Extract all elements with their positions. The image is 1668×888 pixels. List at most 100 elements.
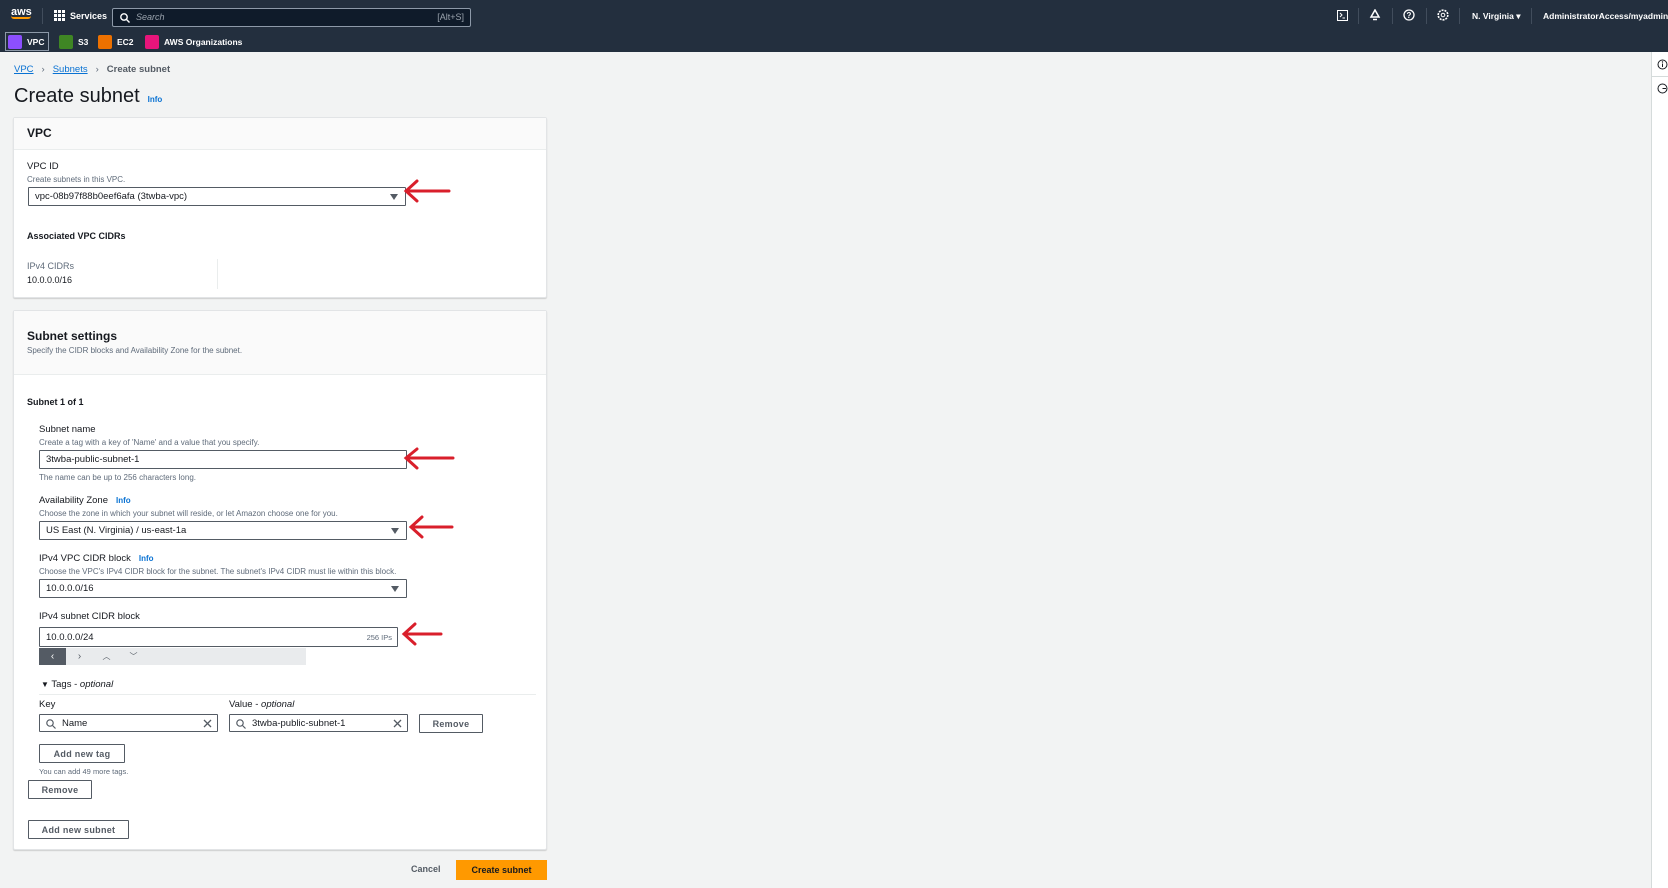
ipv4-cidrs-label: IPv4 CIDRs (27, 261, 75, 271)
vpc-cidr-label: IPv4 VPC CIDR block (39, 553, 131, 564)
notifications-bell-icon[interactable] (1369, 9, 1381, 21)
caret-down-icon (391, 528, 399, 534)
ec2-service-icon (98, 35, 112, 49)
chevron-right-icon[interactable]: › (66, 648, 93, 665)
vpc-panel-title: VPC (14, 118, 546, 150)
search-shortcut: [Alt+S] (437, 12, 464, 22)
tags-hint: You can add 49 more tags. (39, 767, 129, 776)
info-panel-icon[interactable] (1657, 59, 1668, 70)
search-placeholder: Search (136, 12, 165, 22)
favorite-ec2[interactable]: EC2 (98, 33, 134, 51)
divider (39, 694, 536, 695)
subnet-cidr-value: 10.0.0.0/24 (46, 631, 94, 643)
chevron-up-icon[interactable]: ︿ (93, 648, 120, 665)
favorite-label: EC2 (117, 37, 134, 47)
subnet-name-input[interactable]: 3twba-public-subnet-1 (39, 450, 407, 469)
tag-value-optional: optional (261, 699, 295, 710)
subnet-name-hint: The name can be up to 256 characters lon… (39, 473, 196, 482)
breadcrumb: VPC › Subnets › Create subnet (14, 64, 170, 75)
favorite-s3[interactable]: S3 (59, 33, 88, 51)
subnet-heading: Subnet 1 of 1 (27, 397, 84, 407)
region-label: N. Virginia (1472, 11, 1514, 21)
cloudshell-icon[interactable] (1337, 10, 1348, 21)
divider (1392, 8, 1393, 24)
ipv4-cidrs-value: 10.0.0.0/16 (27, 275, 73, 285)
clear-icon[interactable] (393, 719, 402, 728)
search-icon (46, 719, 56, 729)
chevron-right-icon: › (95, 64, 99, 75)
remove-tag-button[interactable]: Remove (419, 714, 483, 733)
subnet-settings-panel: Subnet settings Specify the CIDR blocks … (13, 310, 547, 850)
page-title: Create subnet (14, 85, 140, 107)
tag-value-input[interactable]: 3twba-public-subnet-1 (229, 714, 408, 732)
favorite-aws-organizations[interactable]: AWS Organizations (145, 33, 242, 51)
s3-service-icon (59, 35, 73, 49)
availability-zone-value: US East (N. Virginia) / us-east-1a (46, 525, 187, 536)
chevron-down-icon[interactable]: ﹀ (120, 648, 147, 665)
info-link[interactable]: Info (148, 95, 163, 104)
tag-key-input[interactable]: Name (39, 714, 218, 732)
tag-value-label: Value - optional (229, 699, 294, 710)
vpc-cidr-info-link[interactable]: Info (139, 554, 154, 563)
aws-logo[interactable]: aws (11, 6, 32, 19)
account-menu[interactable]: AdministratorAccess/myadmin ▾ (1543, 11, 1668, 22)
services-button[interactable]: Services (54, 10, 107, 21)
availability-zone-select[interactable]: US East (N. Virginia) / us-east-1a (39, 521, 407, 540)
organizations-service-icon (145, 35, 159, 49)
breadcrumb-current: Create subnet (106, 64, 171, 75)
grid-icon (54, 10, 65, 21)
tag-key-label: Key (39, 699, 56, 710)
remove-subnet-button[interactable]: Remove (28, 780, 92, 799)
settings-gear-icon[interactable] (1437, 9, 1449, 21)
favorite-label: S3 (78, 37, 89, 47)
region-selector[interactable]: N. Virginia ▾ (1472, 11, 1521, 22)
search-icon (120, 13, 130, 23)
az-info-link[interactable]: Info (116, 496, 131, 505)
search-icon (236, 719, 246, 729)
tags-optional: optional (79, 679, 114, 690)
breadcrumb-subnets[interactable]: Subnets (53, 64, 88, 75)
favorite-label: AWS Organizations (164, 37, 243, 47)
services-label: Services (70, 10, 108, 21)
clear-icon[interactable] (203, 719, 212, 728)
vpc-cidr-select[interactable]: 10.0.0.0/16 (39, 579, 407, 598)
tags-toggle[interactable]: ▼ Tags - optional (41, 679, 113, 690)
tag-value-label-text: Value - (229, 699, 262, 710)
feedback-panel-icon[interactable] (1657, 83, 1668, 94)
subnet-settings-description: Specify the CIDR blocks and Availability… (27, 346, 243, 355)
vpc-id-value: vpc-08b97f88b0eef6afa (3twba-vpc) (35, 191, 188, 202)
associated-cidrs-heading: Associated VPC CIDRs (27, 231, 126, 241)
annotation-arrow-icon (408, 515, 454, 539)
top-navigation-bar: aws Services Search [Alt+S] VPC S3 EC2 A… (0, 0, 1668, 52)
subnet-name-description: Create a tag with a key of 'Name' and a … (39, 438, 260, 447)
cancel-button[interactable]: Cancel (411, 864, 441, 874)
right-utility-panel (1651, 52, 1668, 888)
annotation-arrow-icon (403, 179, 451, 203)
cidr-stepper-toolbar: ‹ › ︿ ﹀ (39, 648, 306, 665)
availability-zone-label: Availability Zone (39, 495, 109, 506)
tags-title: Tags - (51, 679, 80, 690)
annotation-arrow-icon (403, 447, 455, 470)
create-subnet-button[interactable]: Create subnet (456, 860, 547, 880)
subnet-cidr-label: IPv4 subnet CIDR block (39, 611, 140, 622)
chevron-left-icon[interactable]: ‹ (39, 648, 66, 665)
vpc-cidr-label-row: IPv4 VPC CIDR block Info (39, 553, 154, 564)
help-icon[interactable]: ? (1403, 9, 1415, 21)
annotation-arrow-icon (401, 622, 443, 646)
favorite-vpc[interactable]: VPC (5, 32, 50, 51)
svg-text:?: ? (1407, 11, 1412, 20)
divider (1358, 8, 1359, 24)
vpc-cidr-value: 10.0.0.0/16 (46, 583, 94, 594)
add-new-subnet-button[interactable]: Add new subnet (28, 820, 129, 839)
subnet-name-value: 3twba-public-subnet-1 (46, 454, 140, 465)
page-header: Create subnet Info (14, 85, 162, 108)
availability-zone-description: Choose the zone in which your subnet wil… (39, 509, 338, 518)
add-new-tag-button[interactable]: Add new tag (39, 744, 125, 763)
search-input[interactable]: Search [Alt+S] (112, 8, 471, 27)
subnet-cidr-input[interactable]: 10.0.0.0/24 256 IPs (39, 627, 398, 647)
vpc-id-description: Create subnets in this VPC. (27, 175, 126, 184)
subnet-name-label: Subnet name (39, 424, 96, 435)
breadcrumb-vpc[interactable]: VPC (14, 64, 34, 75)
vpc-id-select[interactable]: vpc-08b97f88b0eef6afa (3twba-vpc) (28, 187, 406, 206)
vpc-panel: VPC VPC ID Create subnets in this VPC. v… (13, 117, 547, 298)
